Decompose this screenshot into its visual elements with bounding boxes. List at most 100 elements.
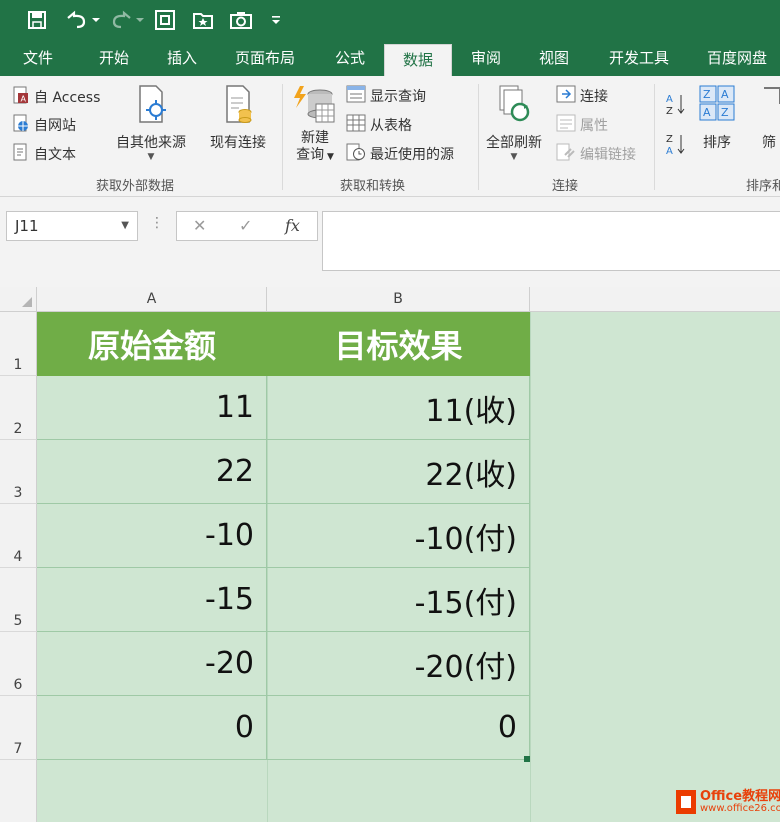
access-icon: A: [12, 86, 30, 108]
tab-file[interactable]: 文件: [8, 40, 68, 76]
cell-a6[interactable]: -20: [37, 632, 267, 696]
chevron-down-icon[interactable]: ▼: [121, 212, 129, 240]
dropdown-arrow-icon: ▼: [147, 152, 155, 162]
text-file-icon: [12, 143, 30, 165]
dropdown-arrow-icon: ▼: [324, 152, 334, 162]
select-all-corner[interactable]: [0, 287, 37, 312]
svg-text:Z: Z: [703, 88, 711, 101]
recent-sources-button[interactable]: 最近使用的源: [346, 143, 454, 165]
svg-text:Z: Z: [666, 134, 673, 145]
sort-ascending-button[interactable]: AZ: [666, 92, 686, 120]
edit-links-button[interactable]: 编辑链接: [556, 143, 636, 165]
fill-handle[interactable]: [524, 756, 530, 762]
cell-b1[interactable]: 目标效果: [267, 312, 530, 376]
tab-page-layout[interactable]: 页面布局: [222, 40, 308, 76]
redo-icon[interactable]: [108, 8, 148, 32]
sort-dialog-icon: ZAAZ: [698, 84, 736, 126]
cancel-icon[interactable]: ✕: [193, 216, 206, 235]
cell-b5[interactable]: -15(付): [267, 568, 530, 632]
tab-baidu-netdisk[interactable]: 百度网盘: [694, 40, 780, 76]
existing-connections-button[interactable]: 现有连接: [210, 84, 266, 152]
save-icon[interactable]: [24, 8, 50, 32]
cell-b7[interactable]: 0: [267, 696, 530, 760]
group-separator: [478, 84, 479, 190]
tab-view[interactable]: 视图: [524, 40, 584, 76]
worksheet-grid[interactable]: A B 1 原始金额 目标效果 2 11 11(收) 3 22 22(收) 4 …: [0, 287, 780, 822]
favorite-folder-icon[interactable]: [190, 8, 216, 32]
sort-descending-button[interactable]: ZA: [666, 132, 686, 160]
cell-a1[interactable]: 原始金额: [37, 312, 267, 376]
row-header[interactable]: 1: [0, 312, 37, 376]
ribbon-data: A 自 Access 自网站 自文本 自其他来源 ▼ 现有连接 获取外部数据 新…: [0, 76, 780, 197]
svg-text:A: A: [666, 94, 673, 105]
connections-button[interactable]: 连接: [556, 85, 608, 107]
group-label-sort-and-filter: 排序和: [746, 179, 780, 194]
group-label-get-external-data: 获取外部数据: [96, 179, 175, 194]
formula-input[interactable]: [322, 211, 780, 271]
cell-b6[interactable]: -20(付): [267, 632, 530, 696]
insert-function-icon[interactable]: fx: [285, 216, 300, 235]
web-icon: [12, 114, 30, 136]
cell-b2[interactable]: 11(收): [267, 376, 530, 440]
cell-a5[interactable]: -15: [37, 568, 267, 632]
recent-sources-icon: [346, 143, 366, 165]
filter-button[interactable]: 筛: [762, 84, 780, 152]
formula-bar-splitter[interactable]: ⋮: [150, 215, 164, 231]
column-header-next[interactable]: [530, 287, 780, 312]
row-header[interactable]: 7: [0, 696, 37, 760]
from-web-button[interactable]: 自网站: [12, 114, 76, 136]
formula-bar-area: J11 ▼ ⋮ ✕ ✓ fx: [0, 197, 780, 287]
row-header[interactable]: 6: [0, 632, 37, 696]
customize-toolbar-icon[interactable]: [266, 8, 286, 32]
edit-links-icon: [556, 143, 576, 165]
connections-icon: [556, 85, 576, 107]
screenshot-tool-icon[interactable]: [152, 8, 178, 32]
svg-text:A: A: [21, 95, 27, 104]
row-header[interactable]: 2: [0, 376, 37, 440]
new-query-button[interactable]: 新建 查询 ▼: [292, 84, 338, 166]
row-header[interactable]: 5: [0, 568, 37, 632]
svg-text:A: A: [721, 88, 729, 101]
undo-icon[interactable]: [62, 8, 102, 32]
column-header-a[interactable]: A: [37, 287, 267, 312]
cell-a2[interactable]: 11: [37, 376, 267, 440]
row-header[interactable]: 3: [0, 440, 37, 504]
tab-insert[interactable]: 插入: [152, 40, 212, 76]
from-table-button[interactable]: 从表格: [346, 114, 412, 136]
tab-data[interactable]: 数据: [384, 44, 452, 76]
properties-icon: [556, 114, 576, 136]
from-text-button[interactable]: 自文本: [12, 143, 76, 165]
from-other-sources-button[interactable]: 自其他来源 ▼: [116, 84, 186, 162]
cell-a4[interactable]: -10: [37, 504, 267, 568]
svg-text:A: A: [666, 146, 673, 156]
column-header-b[interactable]: B: [267, 287, 530, 312]
existing-connections-icon: [221, 84, 255, 128]
quick-access-toolbar: [0, 0, 780, 40]
new-query-icon: [292, 84, 338, 128]
tab-formulas[interactable]: 公式: [320, 40, 380, 76]
row-header[interactable]: 4: [0, 504, 37, 568]
cell-b4[interactable]: -10(付): [267, 504, 530, 568]
dropdown-arrow-icon: ▼: [510, 152, 518, 162]
cell-a3[interactable]: 22: [37, 440, 267, 504]
from-access-button[interactable]: A 自 Access: [12, 86, 100, 108]
group-separator: [654, 84, 655, 190]
column-gridline: [530, 312, 531, 822]
svg-text:A: A: [703, 106, 711, 119]
refresh-all-icon: [494, 84, 534, 128]
refresh-all-button[interactable]: 全部刷新 ▼: [486, 84, 542, 162]
tab-developer[interactable]: 开发工具: [596, 40, 682, 76]
tab-home[interactable]: 开始: [84, 40, 144, 76]
enter-icon[interactable]: ✓: [239, 216, 252, 235]
row-header[interactable]: [0, 760, 37, 822]
name-box[interactable]: J11 ▼: [6, 211, 138, 241]
camera-icon[interactable]: [228, 8, 254, 32]
show-queries-button[interactable]: 显示查询: [346, 85, 426, 107]
cell-b3[interactable]: 22(收): [267, 440, 530, 504]
svg-text:Z: Z: [666, 106, 673, 116]
properties-button[interactable]: 属性: [556, 114, 608, 136]
show-queries-icon: [346, 85, 366, 107]
sort-button[interactable]: ZAAZ 排序: [698, 84, 736, 152]
cell-a7[interactable]: 0: [37, 696, 267, 760]
tab-review[interactable]: 审阅: [456, 40, 516, 76]
